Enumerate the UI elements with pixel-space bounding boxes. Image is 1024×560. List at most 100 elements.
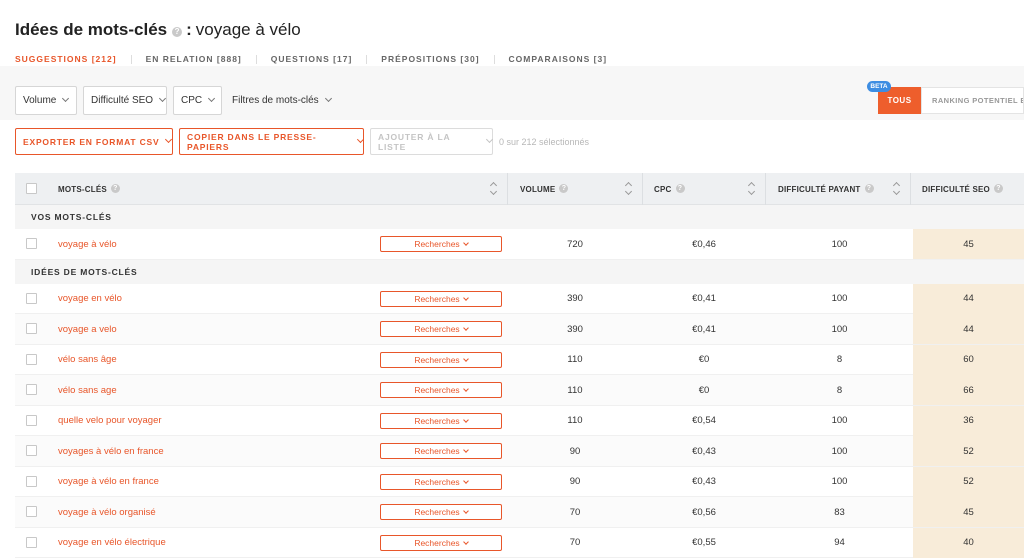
sort-icon[interactable] — [490, 182, 498, 196]
tab-comparaisons[interactable]: COMPARAISONS [3] — [509, 54, 608, 64]
row-checkbox[interactable] — [26, 536, 37, 548]
keyword-link[interactable]: voyages à vélo en france — [58, 436, 164, 466]
keywords-table: MOTS-CLÉS? VOLUME? CPC? DIFFICULTÉ PAYAN… — [15, 173, 1024, 558]
seo-difficulty-filter[interactable]: Difficulté SEO — [83, 86, 167, 115]
volume-filter[interactable]: Volume — [15, 86, 77, 115]
research-button-label: Recherches — [414, 293, 460, 304]
sort-icon[interactable] — [625, 182, 633, 196]
question-icon[interactable]: ? — [559, 183, 569, 193]
sort-icon[interactable] — [893, 182, 901, 196]
copy-clipboard-button[interactable]: COPIER DANS LE PRESSE-PAPIERS — [179, 128, 365, 155]
table-row: voyage à vélo Recherches 720 €0,46 100 4… — [15, 229, 1024, 260]
seo-difficulty-cell: 52 — [913, 436, 1024, 466]
row-checkbox[interactable] — [26, 384, 37, 395]
row-checkbox[interactable] — [26, 475, 37, 487]
question-icon[interactable]: ? — [993, 183, 1003, 193]
cpc-filter[interactable]: CPC — [173, 86, 222, 115]
volume-cell: 90 — [569, 476, 581, 487]
chevron-down-icon — [208, 94, 216, 103]
keyword-link[interactable]: vélo sans age — [58, 375, 117, 405]
row-checkbox[interactable] — [26, 353, 37, 365]
chevron-down-icon — [462, 355, 469, 362]
cpc-cell: €0,43 — [692, 445, 716, 457]
volume-cell: 110 — [567, 415, 583, 426]
paid-difficulty-cell: 100 — [831, 293, 848, 304]
row-checkbox[interactable] — [26, 292, 37, 304]
research-button[interactable]: Recherches — [380, 412, 502, 429]
volume-cell: 110 — [567, 354, 583, 365]
table-row: voyage en vélo Recherches 390 €0,41 100 … — [15, 283, 1024, 314]
column-divider — [910, 173, 911, 205]
ranking-potential-toggle-button[interactable]: RANKING POTENTIEL EN F — [921, 87, 1024, 114]
column-divider — [507, 173, 508, 205]
research-button[interactable]: Recherches — [380, 290, 502, 307]
select-all-checkbox[interactable] — [26, 183, 37, 194]
keyword-link[interactable]: voyage à vélo organisé — [58, 497, 156, 527]
row-checkbox[interactable] — [26, 506, 37, 517]
paid-difficulty-cell: 83 — [834, 506, 845, 518]
research-button[interactable]: Recherches — [380, 351, 502, 368]
table-row: vélo sans âge Recherches 110 €0 8 60 — [15, 344, 1024, 375]
filter-bar: Volume Difficulté SEO CPC Filtres de mot… — [0, 66, 1024, 120]
column-keywords: MOTS-CLÉS? — [58, 173, 124, 205]
table-row: vélo sans age Recherches 110 €0 8 66 — [15, 375, 1024, 406]
export-csv-button[interactable]: EXPORTER EN FORMAT CSV — [15, 128, 173, 155]
cpc-filter-label: CPC — [181, 95, 203, 106]
keyword-link[interactable]: quelle velo pour voyager — [58, 406, 162, 436]
column-volume-label: VOLUME — [520, 184, 556, 194]
table-row: voyage en vélo électrique Recherches 70 … — [15, 527, 1024, 558]
keyword-link[interactable]: voyage à vélo en france — [58, 467, 159, 497]
add-to-list-button[interactable]: AJOUTER À LA LISTE — [370, 128, 494, 155]
research-button[interactable]: Recherches — [380, 443, 502, 459]
keyword-filters[interactable]: Filtres de mots-clés — [232, 86, 332, 115]
keyword-link[interactable]: voyage a velo — [58, 314, 117, 344]
research-button[interactable]: Recherches — [380, 382, 502, 398]
paid-difficulty-cell: 100 — [831, 445, 848, 457]
seo-difficulty-cell: 66 — [913, 375, 1024, 405]
seo-difficulty-filter-label: Difficulté SEO — [91, 95, 154, 106]
chevron-down-icon — [462, 240, 469, 246]
tab-bar: SUGGESTIONS [212] EN RELATION [888] QUES… — [15, 53, 607, 65]
keyword-link[interactable]: voyage en vélo électrique — [58, 528, 166, 558]
table-row: quelle velo pour voyager Recherches 110 … — [15, 405, 1024, 436]
question-icon[interactable]: ? — [172, 27, 183, 37]
chevron-down-icon — [462, 416, 469, 423]
tab-prepositions[interactable]: PRÉPOSITIONS [30] — [381, 54, 479, 64]
keyword-filters-label: Filtres de mots-clés — [232, 95, 319, 106]
table-row: voyages à vélo en france Recherches 90 €… — [15, 436, 1024, 467]
research-button[interactable]: Recherches — [380, 504, 502, 520]
research-button-label: Recherches — [414, 476, 460, 487]
tab-en-relation[interactable]: EN RELATION [888] — [146, 54, 242, 64]
tab-suggestions[interactable]: SUGGESTIONS [212] — [15, 54, 117, 64]
research-button[interactable]: Recherches — [380, 321, 502, 337]
keyword-link[interactable]: vélo sans âge — [58, 345, 117, 375]
volume-cell: 390 — [567, 323, 583, 335]
volume-cell: 390 — [567, 293, 583, 304]
question-icon[interactable]: ? — [110, 183, 120, 193]
question-icon[interactable]: ? — [675, 183, 685, 193]
research-button[interactable]: Recherches — [380, 534, 502, 551]
row-checkbox[interactable] — [26, 323, 37, 334]
chevron-down-icon — [462, 508, 469, 514]
research-button[interactable]: Recherches — [380, 236, 502, 252]
page-subject: voyage à vélo — [195, 20, 301, 39]
research-button-label: Recherches — [414, 415, 460, 426]
page-header: Idées de mots-clés ? : voyage à vélo — [15, 20, 301, 44]
question-icon[interactable]: ? — [864, 183, 874, 193]
research-button-label: Recherches — [414, 446, 460, 456]
row-checkbox[interactable] — [26, 238, 37, 249]
research-button-label: Recherches — [414, 537, 460, 548]
tab-questions[interactable]: QUESTIONS [17] — [271, 54, 353, 64]
row-checkbox[interactable] — [26, 445, 37, 456]
research-button[interactable]: Recherches — [380, 473, 502, 490]
row-checkbox[interactable] — [26, 414, 37, 426]
sort-icon[interactable] — [748, 182, 756, 196]
keyword-link[interactable]: voyage en vélo — [58, 284, 122, 314]
section-header-your-keywords: VOS MOTS-CLÉS — [15, 205, 1024, 229]
research-button-label: Recherches — [414, 324, 460, 334]
cpc-cell: €0 — [698, 384, 710, 396]
cpc-cell: €0,43 — [692, 476, 716, 487]
keyword-link[interactable]: voyage à vélo — [58, 229, 117, 259]
cpc-cell: €0,54 — [692, 415, 716, 426]
column-divider — [642, 173, 643, 205]
